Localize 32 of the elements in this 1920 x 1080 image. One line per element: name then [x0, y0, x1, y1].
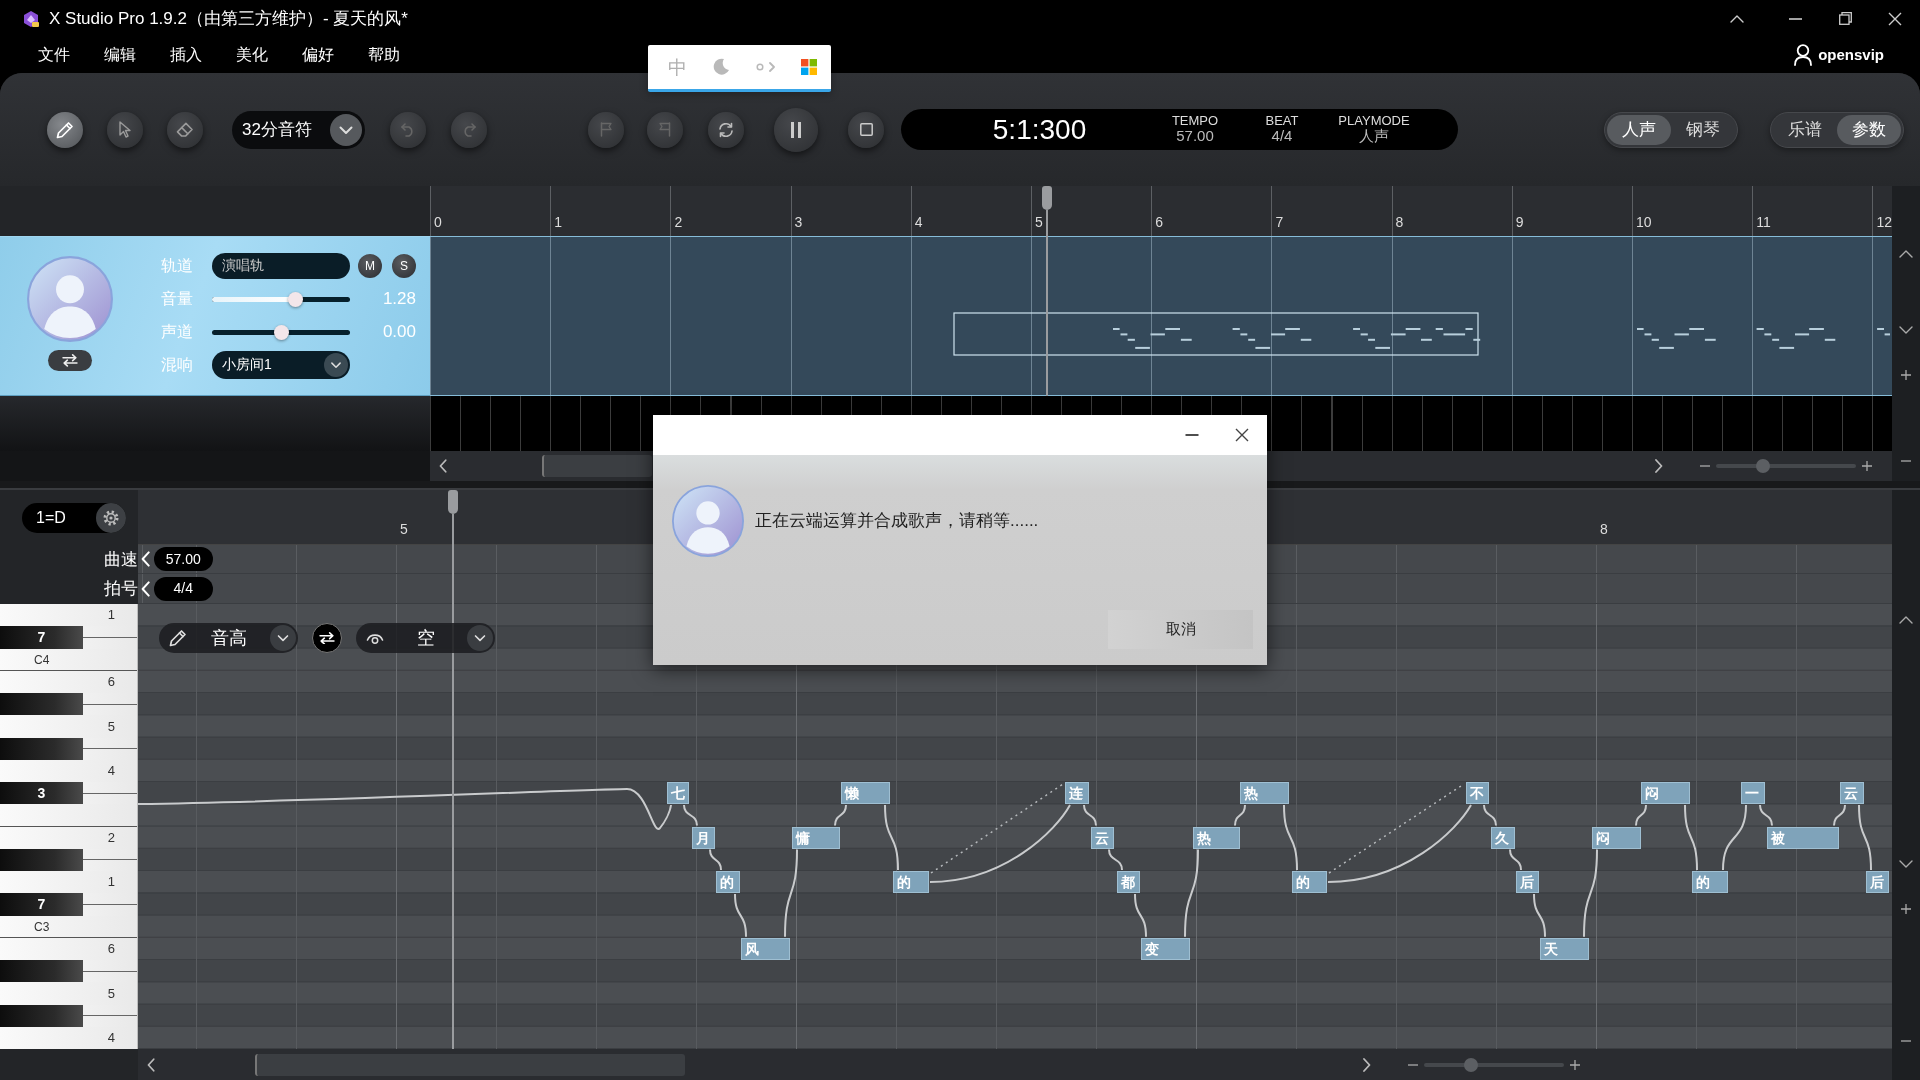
bar-number: 10: [1636, 213, 1652, 232]
dialog-message: 正在云端运算并合成歌声，请稍等......: [755, 510, 1039, 532]
readout-label: TEMPO: [1171, 114, 1219, 129]
field-label: 轨道: [160, 255, 194, 276]
bar-number: 8: [1600, 520, 1608, 539]
bar-number: 11: [1756, 213, 1771, 232]
bar-number: 3: [794, 213, 803, 232]
slider-value: 1.28: [381, 287, 416, 310]
slider-value: 0.00: [381, 320, 416, 343]
bar-number: 5: [400, 520, 408, 539]
field-label: 混响: [160, 354, 194, 375]
readout-label: BEAT: [1265, 114, 1299, 129]
readout-value: 人声: [1359, 128, 1389, 145]
field-label: 音量: [160, 288, 194, 309]
bar-number: 12: [1876, 213, 1892, 232]
bar-number: 5: [1035, 213, 1043, 232]
lane-label: 拍号: [104, 578, 138, 601]
readout-value: 4/4: [1271, 128, 1293, 145]
bar-number: 6: [1155, 213, 1163, 232]
field-label: 声道: [160, 321, 194, 342]
readout-value: 57.00: [1176, 128, 1214, 145]
readout-label: PLAYMODE: [1338, 114, 1410, 129]
bar-number: 8: [1395, 213, 1404, 232]
playback-position: 5:1:300: [991, 112, 1088, 147]
bar-number: 7: [1275, 213, 1284, 232]
bar-number: 0: [434, 213, 442, 232]
bar-number: 9: [1515, 213, 1524, 232]
bar-number: 2: [674, 213, 683, 232]
bar-number: 1: [554, 213, 562, 232]
bar-number: 4: [914, 213, 923, 232]
window-title: X Studio Pro 1.9.2（由第三方维护）- 夏天的风*: [49, 7, 408, 30]
lane-label: 曲速: [104, 548, 138, 571]
